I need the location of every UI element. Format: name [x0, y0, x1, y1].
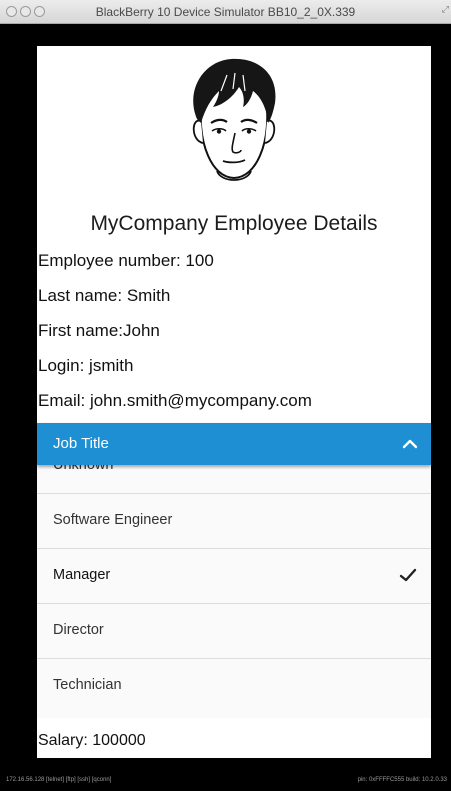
option-label: Software Engineer: [53, 512, 173, 528]
job-title-options: Unknown Software Engineer Manager Direct…: [37, 465, 431, 718]
avatar-face: [192, 58, 276, 181]
chevron-up-icon[interactable]: [401, 436, 419, 452]
checkmark-icon: [399, 568, 417, 582]
connection-info: 172.16.56.128 [telnet] [ftp] [ssh] [qcon…: [6, 777, 112, 783]
option-label: Technician: [53, 677, 122, 693]
option-software-engineer[interactable]: Software Engineer: [37, 494, 431, 549]
simulator-statusbar: 172.16.56.128 [telnet] [ftp] [ssh] [qcon…: [0, 771, 451, 791]
option-label: Manager: [53, 567, 111, 583]
device-screen: MyCompany Employee Details Employee numb…: [37, 46, 431, 758]
option-label: Unknown: [53, 465, 114, 473]
page-title: MyCompany Employee Details: [90, 212, 378, 235]
job-title-dropdown-header[interactable]: Job Title: [37, 423, 431, 465]
window-titlebar: BlackBerry 10 Device Simulator BB10_2_0X…: [0, 0, 451, 24]
option-label: Director: [53, 622, 104, 638]
employee-avatar: [171, 51, 297, 195]
option-technician[interactable]: Technician: [37, 659, 431, 714]
last-name: Last name: Smith: [38, 286, 171, 305]
employee-number: Employee number: 100: [38, 251, 214, 270]
option-unknown[interactable]: Unknown: [37, 465, 431, 494]
device-info: pin: 0xFFFFC555 build: 10.2.0.33: [357, 777, 447, 783]
job-title-label: Job Title: [53, 435, 109, 452]
window-title: BlackBerry 10 Device Simulator BB10_2_0X…: [95, 5, 356, 19]
salary: Salary: 100000: [38, 732, 146, 749]
option-director[interactable]: Director: [37, 604, 431, 659]
resize-grip-icon[interactable]: ⤢: [442, 4, 449, 15]
login: Login: jsmith: [38, 356, 134, 375]
first-name: First name:John: [38, 321, 160, 340]
email: Email: john.smith@mycompany.com: [38, 391, 312, 410]
option-manager[interactable]: Manager: [37, 549, 431, 604]
